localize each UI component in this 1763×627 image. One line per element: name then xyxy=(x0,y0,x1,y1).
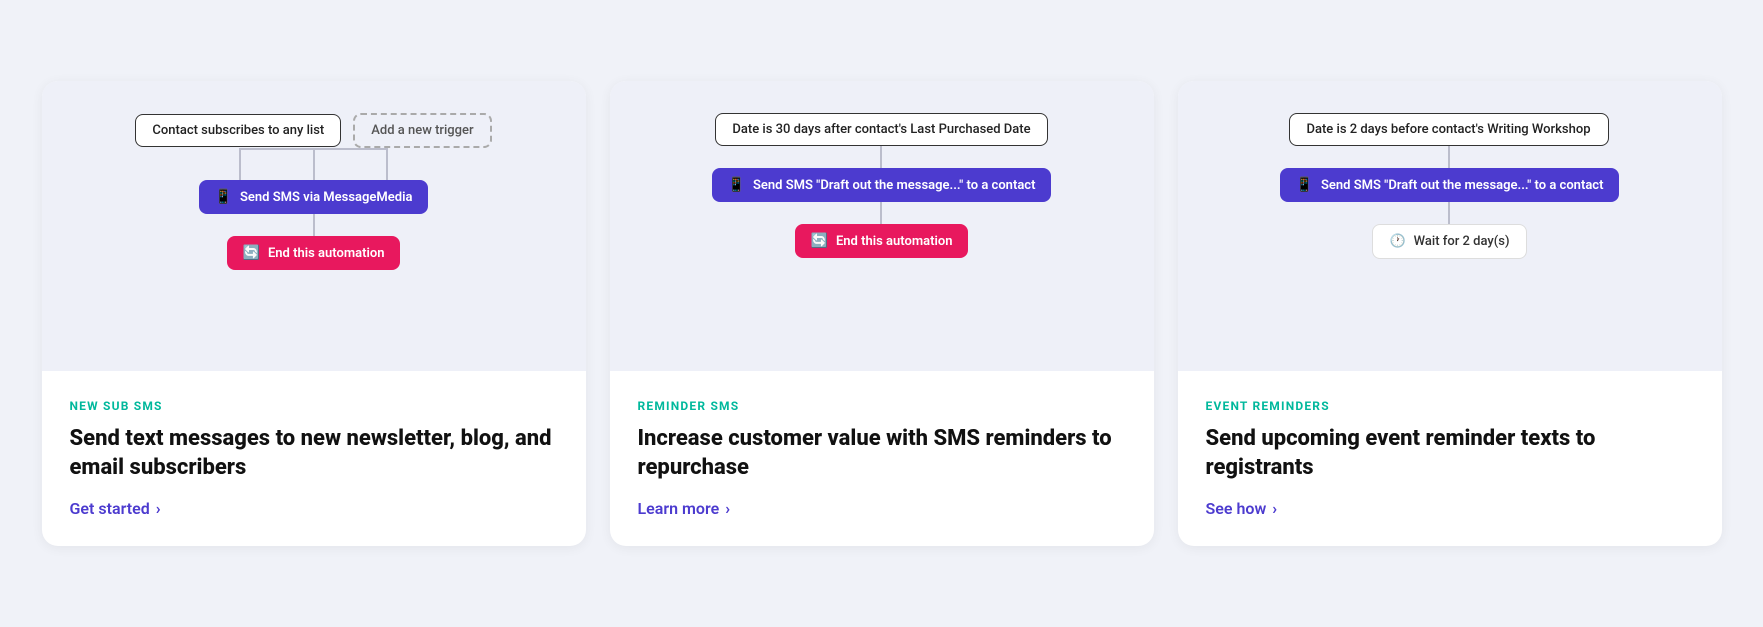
category-label-3: EVENT REMINDERS xyxy=(1206,399,1694,413)
cards-container: Contact subscribes to any list Add a new… xyxy=(42,81,1722,545)
card-link-1[interactable]: Get started › xyxy=(70,499,558,518)
card-title-3: Send upcoming event reminder texts to re… xyxy=(1206,425,1694,482)
card-content-1: NEW SUB SMS Send text messages to new ne… xyxy=(42,371,586,545)
sms-icon-1: 📱 xyxy=(215,189,232,205)
sms-icon-2: 📱 xyxy=(728,177,745,193)
chevron-icon-1: › xyxy=(156,499,161,518)
card-diagram-2: Date is 30 days after contact's Last Pur… xyxy=(610,81,1154,371)
chevron-icon-2: › xyxy=(725,499,730,518)
category-label-1: NEW SUB SMS xyxy=(70,399,558,413)
card-diagram-1: Contact subscribes to any list Add a new… xyxy=(42,81,586,371)
chevron-icon-3: › xyxy=(1272,499,1277,518)
card-link-2[interactable]: Learn more › xyxy=(638,499,1126,518)
action-btn-sms-1: 📱 Send SMS via MessageMedia xyxy=(199,180,429,214)
trigger-box-3: Date is 2 days before contact's Writing … xyxy=(1289,113,1609,146)
trigger-box-2: Date is 30 days after contact's Last Pur… xyxy=(715,113,1047,146)
clock-icon-3: 🕐 xyxy=(1389,234,1405,249)
card-content-3: EVENT REMINDERS Send upcoming event remi… xyxy=(1178,371,1722,545)
card-link-3[interactable]: See how › xyxy=(1206,499,1694,518)
action-btn-sms-2: 📱 Send SMS "Draft out the message..." to… xyxy=(712,168,1052,202)
category-label-2: REMINDER SMS xyxy=(638,399,1126,413)
action-btn-sms-3: 📱 Send SMS "Draft out the message..." to… xyxy=(1280,168,1620,202)
end-automation-btn-2: 🔄 End this automation xyxy=(795,224,969,258)
end-icon-2: 🔄 xyxy=(811,233,828,249)
trigger-box-1b[interactable]: Add a new trigger xyxy=(353,113,491,148)
end-automation-btn-1: 🔄 End this automation xyxy=(227,236,401,270)
card-diagram-3: Date is 2 days before contact's Writing … xyxy=(1178,81,1722,371)
end-icon-1: 🔄 xyxy=(243,245,260,261)
card-content-2: REMINDER SMS Increase customer value wit… xyxy=(610,371,1154,545)
card-event-reminders: Date is 2 days before contact's Writing … xyxy=(1178,81,1722,545)
sms-icon-3: 📱 xyxy=(1296,177,1313,193)
card-new-sub-sms: Contact subscribes to any list Add a new… xyxy=(42,81,586,545)
trigger-box-1a: Contact subscribes to any list xyxy=(135,114,341,147)
card-reminder-sms: Date is 30 days after contact's Last Pur… xyxy=(610,81,1154,545)
card-title-2: Increase customer value with SMS reminde… xyxy=(638,425,1126,482)
card-title-1: Send text messages to new newsletter, bl… xyxy=(70,425,558,482)
wait-btn-3: 🕐 Wait for 2 day(s) xyxy=(1372,224,1526,259)
